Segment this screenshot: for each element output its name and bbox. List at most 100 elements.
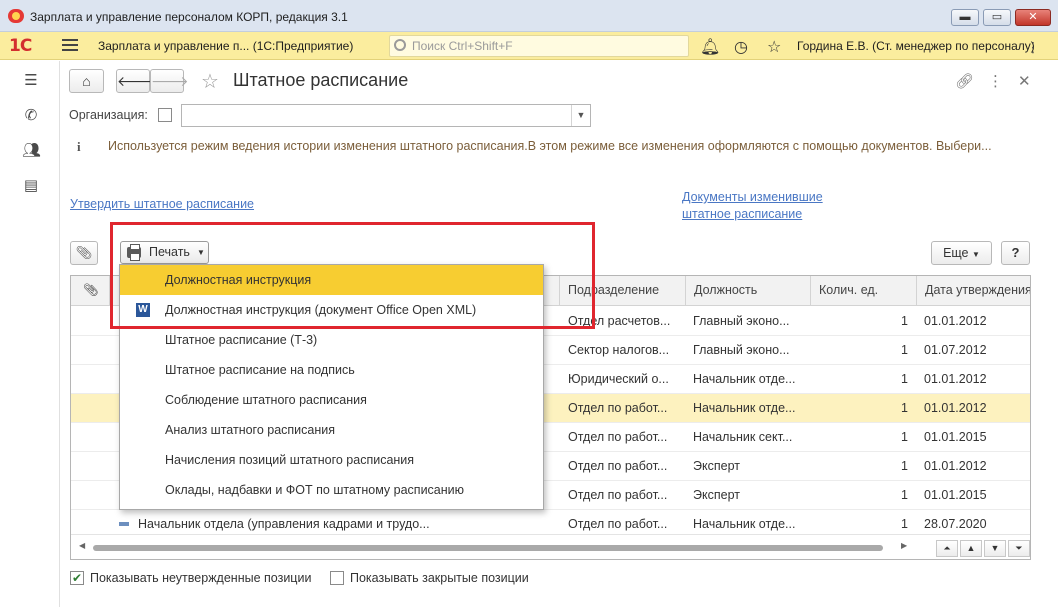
cell-dept: Отдел по работ... [568,430,668,444]
cell-qty: 1 [901,372,908,386]
cell-date: 01.01.2012 [924,314,987,328]
window-title: Зарплата и управление персоналом КОРП, р… [30,10,348,24]
logo-1c: 1С [9,36,32,56]
favorite-star-icon[interactable]: ☆ [201,69,219,94]
print-menu-item[interactable]: Штатное расписание (Т-3) [120,325,543,355]
app-topbar: 1С Зарплата и управление п... (1С:Предпр… [0,32,1058,60]
form-more-icon[interactable]: ⋮ [988,72,1003,90]
attach-button[interactable]: 📎︎ [70,241,98,265]
global-search-input[interactable]: Поиск Ctrl+Shift+F [389,35,689,57]
print-menu-item-label: Соблюдение штатного расписания [165,393,367,407]
more-actions-label: Еще [943,246,969,260]
column-department[interactable]: Подразделение [559,276,685,305]
go-down-icon[interactable]: ▼ [984,540,1006,557]
scroll-right-icon[interactable]: ▶ [901,541,907,550]
go-last-icon[interactable]: ⏷ [1008,540,1030,557]
print-button-label: Печать [149,245,190,259]
page-title: Штатное расписание [233,70,409,90]
forward-button[interactable]: 🡒 [150,69,189,93]
print-menu-item[interactable]: W Должностная инструкция (документ Office… [120,295,543,325]
attachments-column-icon[interactable]: 📎︎ [71,276,109,305]
show-unapproved-checkbox[interactable]: ✔ [70,571,84,585]
print-menu-item-label: Штатное расписание (Т-3) [165,333,318,347]
home-button[interactable]: ⌂ [69,69,104,93]
bell-icon[interactable]: 🔔︎ [700,37,720,57]
row-type-icon [119,522,129,526]
print-menu-item[interactable]: Анализ штатного расписания [120,415,543,445]
close-window-button[interactable]: ✕ [1015,9,1051,26]
changing-documents-link[interactable]: Документы изменившие штатное расписание [682,189,823,223]
column-position[interactable]: Должность [685,276,810,305]
print-menu-item[interactable]: Должностная инструкция [120,265,543,295]
link-icon[interactable]: 🔗︎ [955,72,974,90]
print-menu-item-label: Штатное расписание на подпись [165,363,355,377]
cell-position: Главный эконо... [693,343,790,357]
cell-date: 01.01.2012 [924,372,987,386]
cell-position: Начальник отде... [693,401,796,415]
cell-date: 01.07.2012 [924,343,987,357]
cell-position: Эксперт [693,488,740,502]
users-icon[interactable]: 👥︎ [22,141,41,159]
chevron-down-icon: ▼ [972,250,980,259]
info-message: Используется режим ведения истории измен… [108,139,992,153]
show-closed-label[interactable]: Показывать закрытые позиции [350,571,529,585]
cell-position: Начальник сект... [693,430,793,444]
minimize-button[interactable]: ▬ [951,9,979,26]
scrollbar-thumb[interactable] [93,545,883,551]
cell-qty: 1 [901,488,908,502]
go-up-icon[interactable]: ▲ [960,540,982,557]
form-staff-schedule: ⌂ 🡐 🡒 ☆ Штатное расписание 🔗︎ ⋮ ✕ Органи… [60,61,1058,607]
more-actions-button[interactable]: Еще ▼ [931,241,992,265]
cell-position: Главный эконо... [693,314,790,328]
help-button[interactable]: ? [1001,241,1030,265]
chevron-down-icon: ▼ [197,248,205,257]
menu-icon[interactable]: ☰ [22,71,40,89]
checkmark-icon: ✔ [71,571,83,585]
maximize-button[interactable]: ▭ [983,9,1011,26]
id-card-icon[interactable]: ▤ [22,176,40,194]
print-menu: Должностная инструкция W Должностная инстр… [119,264,544,510]
cell-dept: Отдел по работ... [568,401,668,415]
cell-qty: 1 [901,401,908,415]
organization-field[interactable]: ▼ [181,104,591,127]
horizontal-scrollbar[interactable]: ◀ ▶ ⏶ ▲ ▼ ⏷ [71,534,1030,559]
changing-documents-link-line2: штатное расписание [682,207,803,221]
cell-dept: Отдел по работ... [568,459,668,473]
star-icon[interactable]: ☆ [767,37,781,57]
phone-icon[interactable]: ✆ [22,106,40,124]
scroll-left-icon[interactable]: ◀ [79,541,85,550]
print-button[interactable]: Печать ▼ [120,241,209,264]
app-title: Зарплата и управление п... (1С:Предприят… [98,39,354,53]
more-icon[interactable]: ⋮ [1026,39,1040,56]
print-menu-item[interactable]: Штатное расписание на подпись [120,355,543,385]
print-menu-item-label: Оклады, надбавки и ФОТ по штатному распи… [165,483,465,497]
cell-position: Эксперт [693,459,740,473]
print-menu-item[interactable]: Оклады, надбавки и ФОТ по штатному распи… [120,475,543,505]
organization-checkbox[interactable] [158,108,172,122]
current-user[interactable]: Гордина Е.В. (Ст. менеджер по персоналу) [797,39,1035,53]
main-menu-icon[interactable] [62,38,78,52]
print-menu-item[interactable]: Соблюдение штатного расписания [120,385,543,415]
search-placeholder: Поиск Ctrl+Shift+F [412,39,513,53]
cell-date: 01.01.2015 [924,488,987,502]
approve-schedule-link[interactable]: Утвердить штатное расписание [70,197,254,211]
cell-qty: 1 [901,459,908,473]
close-form-icon[interactable]: ✕ [1018,72,1031,90]
history-icon[interactable]: ◷ [734,37,748,57]
organization-label: Организация: [69,108,148,122]
print-menu-item-label: Должностная инструкция [165,273,312,287]
print-menu-item-label: Начисления позиций штатного расписания [165,453,415,467]
show-unapproved-label[interactable]: Показывать неутвержденные позиции [90,571,311,585]
window-titlebar: Зарплата и управление персоналом КОРП, р… [0,0,1058,32]
go-first-icon[interactable]: ⏶ [936,540,958,557]
cell-qty: 1 [901,343,908,357]
column-quantity[interactable]: Колич. ед. [810,276,916,305]
info-icon: i [77,139,81,154]
back-button[interactable]: 🡐 [116,69,155,93]
print-menu-item[interactable]: Начисления позиций штатного расписания [120,445,543,475]
paperclip-icon: 📎︎ [75,245,93,260]
column-approval-date[interactable]: Дата утверждения [916,276,1030,305]
sections-panel: ☰ ✆ 👥︎ ▤ [0,61,60,607]
chevron-down-icon[interactable]: ▼ [571,105,590,126]
show-closed-checkbox[interactable] [330,571,344,585]
